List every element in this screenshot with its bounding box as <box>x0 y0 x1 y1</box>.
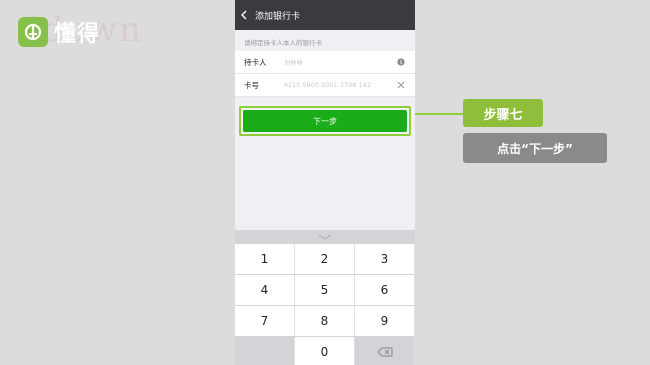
next-step-button[interactable]: 下一步 <box>243 110 407 132</box>
step-description: 点击“下一步” <box>463 133 607 163</box>
step-badge: 步骤七 <box>463 99 543 127</box>
callout-connector <box>415 113 463 115</box>
logo-text: 懂得 <box>54 22 101 47</box>
phone-screen: 添加银行卡 请绑定持卡人本人的银行卡 持卡人 刘林林 卡号 6215 5900 … <box>235 0 415 365</box>
keypad-grid: 1 2 3 4 5 6 7 8 9 0 <box>235 244 415 365</box>
key-9[interactable]: 9 <box>355 306 415 336</box>
top-bar: 添加银行卡 <box>235 0 415 30</box>
key-3[interactable]: 3 <box>355 244 415 274</box>
info-icon[interactable] <box>396 57 406 67</box>
key-0[interactable]: 0 <box>295 337 355 365</box>
card-number-row[interactable]: 卡号 6215 5900 0301 3798 142 <box>235 74 415 97</box>
key-blank <box>235 337 295 365</box>
back-arrow-icon[interactable] <box>235 0 253 30</box>
card-number-value[interactable]: 6215 5900 0301 3798 142 <box>284 82 396 89</box>
key-5[interactable]: 5 <box>295 275 355 305</box>
brand-logo: 懂得 <box>18 16 100 48</box>
key-4[interactable]: 4 <box>235 275 295 305</box>
key-1[interactable]: 1 <box>235 244 295 274</box>
key-2[interactable]: 2 <box>295 244 355 274</box>
cardholder-row[interactable]: 持卡人 刘林林 <box>235 51 415 74</box>
chevron-down-icon[interactable] <box>235 230 415 244</box>
numeric-keypad: 1 2 3 4 5 6 7 8 9 0 <box>235 230 415 365</box>
card-number-label: 卡号 <box>244 80 259 90</box>
clear-icon[interactable] <box>396 80 406 90</box>
logo-icon <box>18 17 48 47</box>
next-button-highlight: 下一步 <box>239 106 411 136</box>
key-8[interactable]: 8 <box>295 306 355 336</box>
cardholder-value: 刘林林 <box>284 59 303 67</box>
backspace-icon[interactable] <box>355 337 415 365</box>
cardholder-label: 持卡人 <box>244 57 267 67</box>
bind-hint: 请绑定持卡人本人的银行卡 <box>244 39 322 47</box>
page-title: 添加银行卡 <box>255 11 301 22</box>
key-7[interactable]: 7 <box>235 306 295 336</box>
card-form: 持卡人 刘林林 卡号 6215 5900 0301 3798 142 <box>235 51 415 97</box>
key-6[interactable]: 6 <box>355 275 415 305</box>
